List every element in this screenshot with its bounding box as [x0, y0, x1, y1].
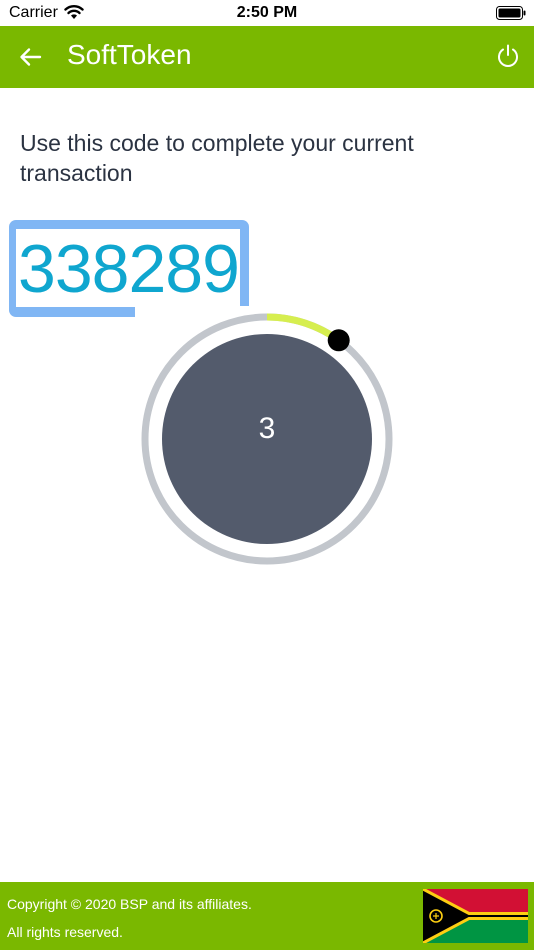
otp-code[interactable]: 338289	[18, 230, 240, 308]
battery-icon	[496, 6, 526, 20]
vanuatu-flag-icon	[423, 889, 528, 943]
rights-text: All rights reserved.	[7, 924, 123, 940]
countdown-seconds: 3	[258, 412, 276, 445]
power-icon[interactable]	[496, 43, 520, 69]
status-time: 2:50 PM	[236, 4, 298, 21]
instruction-text: Use this code to complete your current t…	[20, 130, 414, 186]
app-title: SoftToken	[67, 39, 192, 70]
timer-knob	[327, 329, 350, 352]
copyright-text: Copyright © 2020 BSP and its affiliates.	[7, 896, 252, 912]
status-bar: Carrier 2:50 PM	[0, 0, 534, 26]
footer: Copyright © 2020 BSP and its affiliates.…	[0, 882, 534, 950]
arrow-left-icon[interactable]	[18, 44, 44, 70]
app-bar: SoftToken	[0, 26, 534, 88]
